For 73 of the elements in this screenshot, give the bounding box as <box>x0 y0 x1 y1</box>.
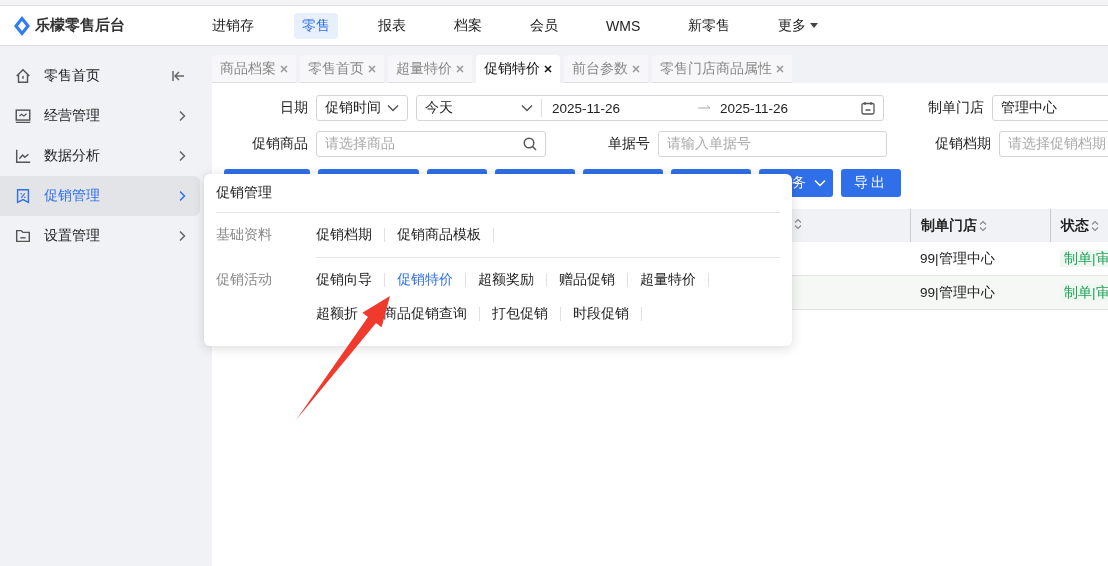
store-select[interactable]: 管理中心 <box>992 95 1108 121</box>
page-tab[interactable]: 零售首页 <box>300 55 384 83</box>
sidebar-item[interactable]: 促销管理 <box>0 176 200 216</box>
column-header: 状态 <box>1060 216 1089 235</box>
monitor-icon <box>14 107 32 125</box>
sort-icon[interactable] <box>794 218 802 230</box>
field-label: 日期 <box>279 99 308 117</box>
field-label: 促销档期 <box>934 135 991 153</box>
tag-icon <box>14 187 32 205</box>
chevron-down-icon <box>387 104 399 112</box>
table-cell: 99|管理中心 <box>920 284 995 300</box>
sidebar-item[interactable]: 数据分析 <box>0 136 200 176</box>
column-header: 制单门店 <box>920 216 977 235</box>
chevron-right-icon <box>178 150 186 162</box>
menu-link[interactable]: 赠品促销 <box>559 271 615 289</box>
table-cell: 99|管理中心 <box>920 250 995 266</box>
start-date: 2025-11-26 <box>551 100 622 116</box>
date-range-field[interactable]: 今天 2025-11-26 2025-11-26 <box>416 95 884 121</box>
menu-link[interactable]: 促销商品模板 <box>397 226 481 244</box>
menu-link[interactable]: 促销向导 <box>316 271 372 289</box>
search-icon[interactable] <box>523 137 537 151</box>
popup-title: 促销管理 <box>216 184 780 213</box>
nav-tab[interactable]: 更多 <box>770 12 827 39</box>
menu-link[interactable]: 促销特价 <box>397 271 453 289</box>
app-title: 乐檬零售后台 <box>35 16 125 35</box>
folder-icon <box>14 227 32 245</box>
nav-tab[interactable]: WMS <box>598 12 649 39</box>
period-select[interactable]: 今天 <box>425 99 542 117</box>
group-label: 基础资料 <box>216 226 273 244</box>
sort-icon[interactable] <box>1090 219 1099 232</box>
menu-link[interactable]: 促销档期 <box>316 226 372 244</box>
chevron-right-icon <box>178 190 186 202</box>
nav-tab[interactable]: 档案 <box>446 12 490 39</box>
sort-icon[interactable] <box>978 219 987 232</box>
page-tab[interactable]: 商品档案 <box>212 55 296 83</box>
export-button[interactable]: 导出 <box>841 169 901 197</box>
date-type-select[interactable]: 促销时间 <box>316 95 408 121</box>
nav-tab[interactable]: 零售 <box>294 12 338 39</box>
status-tag: 制单|审 <box>1060 283 1108 301</box>
calendar-icon[interactable] <box>861 101 875 115</box>
menu-link[interactable]: 打包促销 <box>492 305 548 323</box>
field-label: 单据号 <box>607 135 650 153</box>
nav-tab[interactable]: 新零售 <box>680 12 739 39</box>
chevron-right-icon <box>178 230 186 242</box>
page-tab[interactable]: 超量特价 <box>388 55 472 83</box>
chevron-down-icon <box>521 104 533 112</box>
end-date: 2025-11-26 <box>719 100 790 116</box>
nav-tab[interactable]: 报表 <box>370 12 414 39</box>
page-tab[interactable]: 促销特价 <box>476 55 560 83</box>
chevron-down-icon <box>814 179 826 187</box>
menu-link[interactable]: 时段促销 <box>573 305 629 323</box>
arrow-right-icon <box>698 105 712 111</box>
field-label: 制单门店 <box>927 99 984 117</box>
page-tab[interactable]: 前台参数 <box>564 55 648 83</box>
menu-link[interactable]: 超额折 <box>316 305 358 323</box>
status-tag: 制单|审 <box>1060 249 1108 267</box>
logo-icon <box>14 15 30 36</box>
caret-icon <box>810 23 819 28</box>
nav-tab[interactable]: 进销存 <box>204 12 262 39</box>
menu-link[interactable]: 超量特价 <box>640 271 696 289</box>
sidebar-item[interactable]: 经营管理 <box>0 96 200 136</box>
chevron-right-icon <box>178 110 186 122</box>
home-icon <box>14 67 32 85</box>
sidebar-item[interactable]: 设置管理 <box>0 216 200 256</box>
close-icon[interactable] <box>544 64 552 73</box>
nav-tab[interactable]: 会员 <box>522 12 566 39</box>
field-label: 促销商品 <box>251 135 308 153</box>
menu-link[interactable]: 超额奖励 <box>478 271 534 289</box>
collapse-icon[interactable] <box>172 70 186 82</box>
line-chart-icon <box>14 147 32 165</box>
page-tab[interactable]: 零售门店商品属性 <box>652 55 792 83</box>
group-label: 促销活动 <box>216 271 273 289</box>
sidebar-item[interactable]: 零售首页 <box>0 56 200 96</box>
